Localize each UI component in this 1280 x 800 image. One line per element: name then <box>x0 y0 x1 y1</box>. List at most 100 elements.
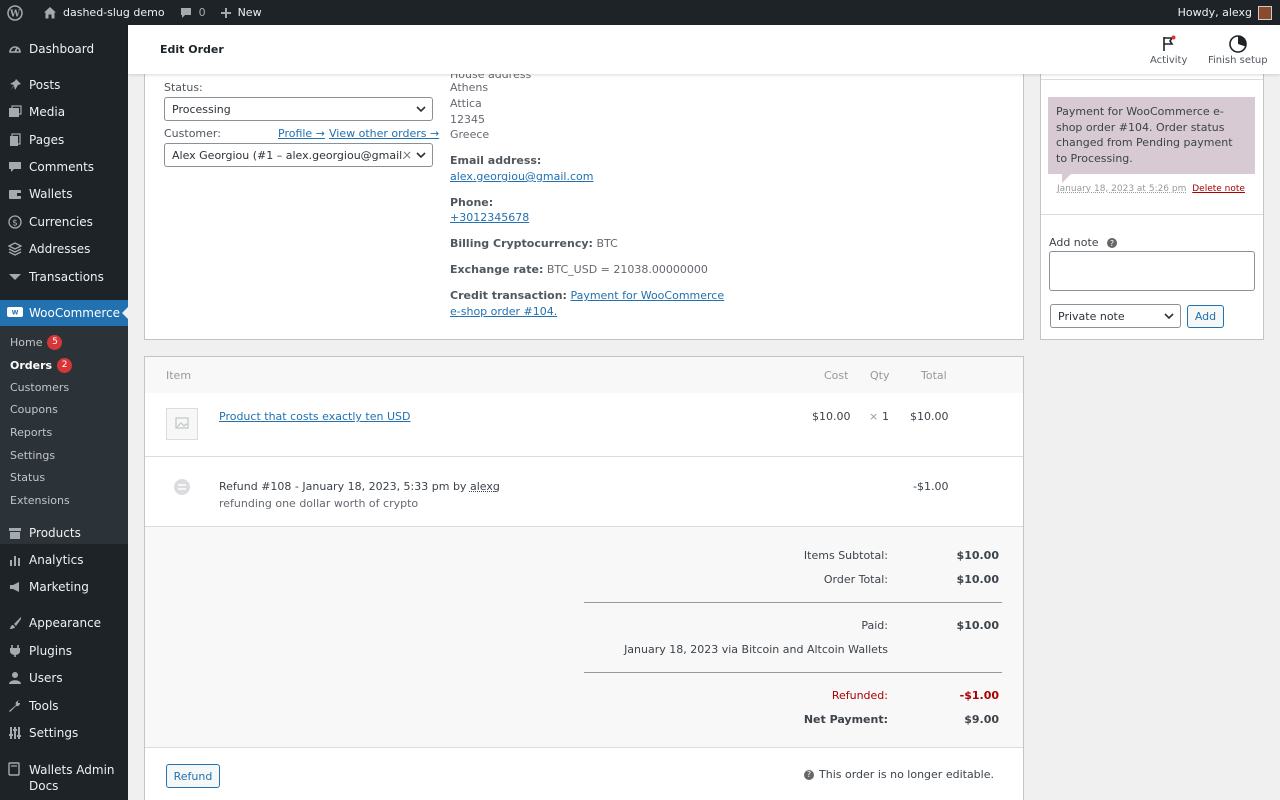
address-line-partial: House address <box>450 74 531 80</box>
sidebar-item-tools[interactable]: Tools <box>0 693 128 719</box>
credit-transaction-link-cont[interactable]: e-shop order #104. <box>450 305 557 318</box>
add-note-textarea[interactable] <box>1049 251 1255 291</box>
sidebar-item-analytics[interactable]: Analytics <box>0 547 128 573</box>
column-header-item[interactable]: Item <box>166 369 191 382</box>
refund-button[interactable]: Refund <box>166 764 220 788</box>
sidebar-item-pages[interactable]: Pages <box>0 127 128 153</box>
sidebar-item-addresses[interactable]: Addresses <box>0 236 128 262</box>
sidebar-item-transactions[interactable]: Transactions <box>0 264 128 290</box>
submenu-item-home[interactable]: Home 5 <box>10 335 63 350</box>
site-name-link[interactable]: dashed-slug demo <box>36 0 172 25</box>
avatar <box>1258 5 1272 20</box>
progress-circle-icon <box>1228 33 1248 55</box>
activity-button[interactable]: Activity <box>1150 33 1187 66</box>
exchange-rate-value: BTC_USD = 21038.00000000 <box>546 263 708 276</box>
chart-icon <box>7 552 23 568</box>
credit-transaction-link[interactable]: Payment for WooCommerce <box>570 289 724 302</box>
sidebar-item-label: Products <box>29 526 81 540</box>
submenu-item-settings[interactable]: Settings <box>10 449 55 462</box>
my-account-link[interactable]: Howdy, alexg <box>1171 0 1280 25</box>
wrench-icon <box>7 698 23 714</box>
note-type-select[interactable]: Private note <box>1050 304 1181 328</box>
sidebar-item-label: Dashboard <box>29 42 95 56</box>
home-icon <box>43 6 57 20</box>
customer-label: Customer: <box>164 127 221 140</box>
sidebar-item-appearance[interactable]: Appearance <box>0 610 128 636</box>
sidebar-item-users[interactable]: Users <box>0 665 128 691</box>
items-subtotal-value: $10.00 <box>956 549 999 562</box>
page-title: Edit Order <box>160 43 224 56</box>
refund-title-text: Refund #108 - January 18, 2023, 5:33 pm … <box>219 480 467 493</box>
finish-setup-button[interactable]: Finish setup <box>1208 33 1268 66</box>
email-link[interactable]: alex.georgiou@gmail.com <box>450 170 593 183</box>
sidebar-item-currencies[interactable]: $ Currencies <box>0 209 128 235</box>
not-editable-notice: ? This order is no longer editable. <box>804 768 994 781</box>
new-content-link[interactable]: New <box>213 0 269 25</box>
customer-select[interactable]: Alex Georgiou (#1 – alex.georgiou@gmail.… <box>164 143 433 167</box>
image-placeholder-icon <box>175 416 189 433</box>
order-totals <box>145 527 1023 747</box>
finish-setup-label: Finish setup <box>1208 55 1268 66</box>
address-line: Greece <box>450 128 490 141</box>
clear-selection-icon[interactable]: × <box>402 148 412 162</box>
sidebar-item-label: Wallets <box>29 187 73 201</box>
sidebar-item-settings[interactable]: Settings <box>0 720 128 746</box>
sidebar-item-comments[interactable]: Comments <box>0 154 128 180</box>
submenu-item-reports[interactable]: Reports <box>10 426 52 439</box>
sidebar-item-wallets-admin-docs[interactable]: Wallets Admin Docs <box>7 762 115 794</box>
activity-label: Activity <box>1150 55 1188 66</box>
refunded-label: Refunded: <box>831 689 888 702</box>
comments-count: 0 <box>198 6 206 19</box>
sidebar-item-wallets[interactable]: Wallets <box>0 181 128 207</box>
billing-crypto-value: BTC <box>596 237 618 250</box>
submenu-item-orders[interactable]: Orders 2 <box>10 358 73 373</box>
flag-icon <box>1161 33 1177 55</box>
submenu-item-coupons[interactable]: Coupons <box>10 403 58 416</box>
delete-note-link[interactable]: Delete note <box>1192 184 1245 194</box>
media-icon <box>7 104 23 120</box>
column-header-cost[interactable]: Cost <box>824 369 848 382</box>
svg-text:W: W <box>12 310 19 317</box>
status-select[interactable]: Processing <box>164 97 433 121</box>
wallet-icon <box>7 186 23 202</box>
note-date: January 18, 2023 at 5:26 pm <box>1057 184 1187 194</box>
line-item-qty: 1 <box>882 410 889 423</box>
dashboard-icon <box>7 41 23 57</box>
sidebar-item-posts[interactable]: Posts <box>0 72 128 98</box>
add-note-button[interactable]: Add <box>1187 305 1224 328</box>
sidebar-item-plugins[interactable]: Plugins <box>0 638 128 664</box>
sidebar-item-marketing[interactable]: Marketing <box>0 574 128 600</box>
sidebar-item-label: Transactions <box>29 270 104 284</box>
customer-profile-link[interactable]: Profile → <box>278 127 325 140</box>
sidebar-item-media[interactable]: Media <box>0 99 128 125</box>
howdy-text: Howdy, alexg <box>1177 6 1252 19</box>
count-badge: 5 <box>47 335 63 350</box>
sidebar-item-label: Appearance <box>29 616 102 630</box>
comments-link[interactable]: 0 <box>172 0 213 25</box>
book-icon <box>7 762 23 778</box>
items-table-header <box>145 357 1023 393</box>
submenu-item-status[interactable]: Status <box>10 471 45 484</box>
view-other-orders-link[interactable]: View other orders → <box>329 127 439 140</box>
docs-label-line2: Docs <box>29 779 59 793</box>
line-item-name-link[interactable]: Product that costs exactly ten USD <box>219 410 410 423</box>
sidebar-item-woocommerce[interactable]: W WooCommerce <box>0 300 128 326</box>
note-type-value: Private note <box>1058 309 1125 323</box>
help-icon[interactable]: ? <box>804 769 815 780</box>
submenu-item-label: Home <box>10 336 43 349</box>
settings-icon <box>7 725 23 741</box>
sidebar-item-products[interactable]: Products <box>0 520 128 546</box>
chevron-down-icon <box>1164 310 1174 325</box>
wordpress-logo-button[interactable]: W <box>0 0 36 25</box>
column-header-total[interactable]: Total <box>921 369 947 382</box>
refunded-value: -$1.00 <box>959 689 999 702</box>
phone-link[interactable]: +3012345678 <box>450 211 529 224</box>
sidebar-item-dashboard[interactable]: Dashboard <box>0 36 128 62</box>
column-header-qty[interactable]: Qty <box>870 369 889 382</box>
help-icon[interactable]: ? <box>1107 238 1117 248</box>
divider <box>145 456 1023 457</box>
divider <box>584 672 1002 673</box>
items-subtotal-label: Items Subtotal: <box>803 549 888 562</box>
submenu-item-extensions[interactable]: Extensions <box>10 494 70 507</box>
submenu-item-customers[interactable]: Customers <box>10 381 69 394</box>
